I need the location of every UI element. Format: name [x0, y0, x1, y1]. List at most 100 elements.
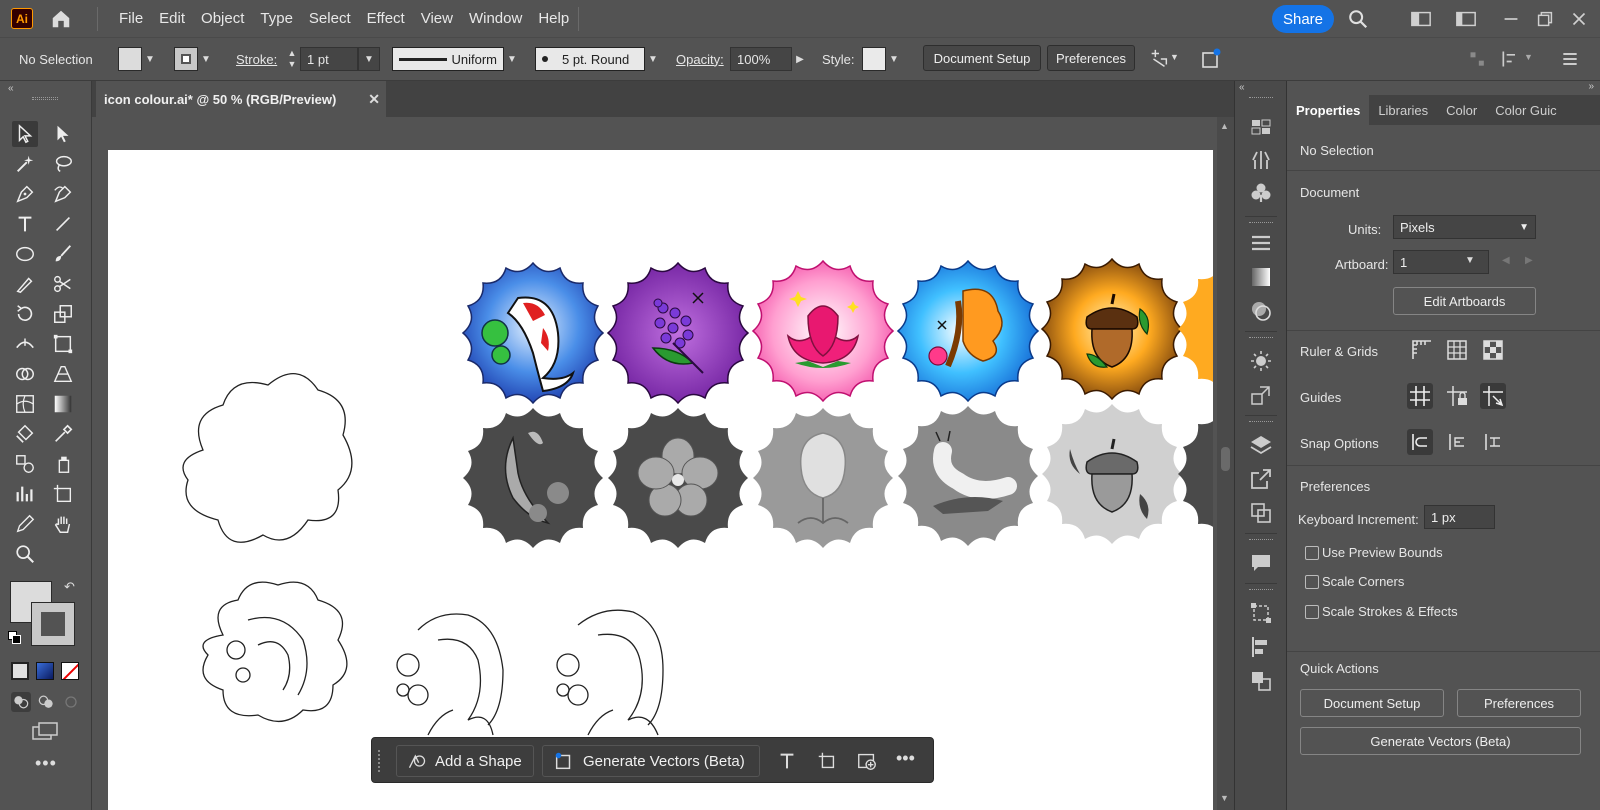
transform-panel-icon[interactable] — [1249, 383, 1273, 407]
opacity-label[interactable]: Opacity: — [676, 47, 724, 71]
pathfinder-panel-icon[interactable] — [1249, 501, 1273, 525]
menu-view[interactable]: View — [413, 10, 461, 27]
width-tool-icon[interactable] — [12, 331, 38, 357]
draw-behind-icon[interactable] — [36, 692, 56, 712]
artboards-panel-icon[interactable] — [1249, 115, 1273, 139]
tulip-grey-badge[interactable] — [753, 408, 893, 548]
mesh-tool-icon[interactable] — [12, 391, 38, 417]
pencil-tool-icon[interactable] — [12, 511, 38, 537]
arrange-documents-icon[interactable] — [1455, 8, 1477, 30]
edit-toolbar-icon[interactable]: ••• — [35, 753, 57, 774]
image-trace-icon[interactable] — [1148, 48, 1170, 70]
rotate-tool-icon[interactable] — [12, 301, 38, 327]
artboard-tool-icon[interactable] — [50, 481, 76, 507]
qa-document-setup-button[interactable]: Document Setup — [1300, 689, 1444, 717]
cloud-outline-sketch[interactable] — [182, 372, 353, 543]
chevron-right-icon[interactable]: ▶ — [792, 47, 808, 71]
lasso-tool-icon[interactable] — [50, 151, 76, 177]
generate-vectors-button[interactable]: Generate Vectors (Beta) — [542, 745, 760, 777]
export-panel-icon[interactable] — [1249, 467, 1273, 491]
direct-selection-tool-icon[interactable] — [50, 121, 76, 147]
free-transform-tool-icon[interactable] — [50, 331, 76, 357]
align-panel-icon[interactable] — [1249, 635, 1273, 659]
strip-grip[interactable] — [1249, 539, 1273, 542]
acorn-badge[interactable] — [1041, 258, 1183, 400]
gradient-mode-icon[interactable] — [36, 662, 54, 680]
koi-badge[interactable] — [462, 262, 604, 404]
menu-select[interactable]: Select — [301, 10, 359, 27]
shaper-tool-icon[interactable] — [12, 271, 38, 297]
more-options-icon[interactable]: ••• — [896, 748, 915, 769]
brushes-panel-icon[interactable] — [1249, 148, 1273, 172]
butterfly-badge[interactable] — [897, 260, 1039, 402]
qa-generate-vectors-button[interactable]: Generate Vectors (Beta) — [1300, 727, 1581, 755]
snap-to-pixel-icon[interactable] — [1444, 429, 1470, 455]
chevron-down-icon[interactable]: ▼ — [1465, 255, 1475, 266]
variable-width-profile[interactable]: Uniform ▼ — [392, 47, 520, 71]
stroke-weight-field[interactable]: 1 pt — [300, 47, 358, 71]
lilac-badge[interactable] — [607, 262, 749, 404]
stroke-swatch[interactable]: ▼ — [174, 47, 214, 71]
graphic-style-swatch[interactable]: ▼ — [862, 47, 902, 71]
symbols-panel-icon[interactable] — [1249, 181, 1273, 205]
scale-tool-icon[interactable] — [50, 301, 76, 327]
menu-effect[interactable]: Effect — [359, 10, 413, 27]
close-tab-icon[interactable]: ✕ — [368, 91, 380, 108]
show-guides-icon[interactable] — [1407, 383, 1433, 409]
tab-libraries[interactable]: Libraries — [1369, 95, 1437, 125]
transparency-grid-icon[interactable] — [1480, 337, 1506, 363]
flower-grey-badge[interactable] — [608, 408, 748, 548]
restore-icon[interactable] — [1534, 8, 1556, 30]
smart-guides-icon[interactable] — [1480, 383, 1506, 409]
chevron-down-icon[interactable]: ▼ — [142, 47, 158, 71]
document-tab[interactable]: icon colour.ai* @ 50 % (RGB/Preview) ✕ — [96, 81, 386, 117]
vertical-scrollbar[interactable]: ▲ ▼ — [1217, 117, 1234, 810]
document-setup-button[interactable]: Document Setup — [923, 45, 1041, 71]
stroke-color-swatch[interactable] — [31, 602, 75, 646]
place-image-icon[interactable] — [856, 750, 878, 772]
chevron-down-icon[interactable]: ▼ — [645, 47, 661, 71]
snap-to-point-icon[interactable] — [1407, 429, 1433, 455]
arrange-panel-icon[interactable] — [1249, 669, 1273, 693]
appearance-panel-icon[interactable] — [1249, 349, 1273, 373]
type-tool-icon[interactable] — [12, 211, 38, 237]
scroll-thumb[interactable] — [1221, 447, 1230, 471]
koi-grey-badge[interactable] — [463, 408, 603, 548]
selection-tool-icon[interactable] — [12, 121, 38, 147]
hand-tool-icon[interactable] — [50, 511, 76, 537]
add-shape-button[interactable]: Add a Shape — [396, 745, 534, 777]
grid-icon[interactable] — [1444, 337, 1470, 363]
koi-cloud-outline-sketch[interactable] — [202, 581, 348, 722]
curvature-tool-icon[interactable] — [50, 181, 76, 207]
tab-color-guide[interactable]: Color Guic — [1486, 95, 1565, 125]
recolor-icon[interactable] — [1199, 47, 1223, 71]
scroll-down-icon[interactable]: ▼ — [1220, 793, 1229, 803]
stroke-label[interactable]: Stroke: — [236, 47, 277, 71]
share-button[interactable]: Share — [1272, 5, 1334, 33]
tab-color[interactable]: Color — [1437, 95, 1486, 125]
panel-grip[interactable] — [32, 97, 58, 100]
units-dropdown[interactable]: Pixels ▼ — [1393, 215, 1536, 239]
artboard-icon[interactable] — [816, 750, 838, 772]
scroll-up-icon[interactable]: ▲ — [1220, 121, 1229, 131]
swap-fill-stroke-icon[interactable]: ↶ — [64, 579, 75, 595]
layers-panel-icon[interactable] — [1249, 433, 1273, 457]
comments-panel-icon[interactable] — [1249, 551, 1273, 575]
menu-object[interactable]: Object — [193, 10, 252, 27]
default-fill-stroke-icon[interactable] — [8, 631, 22, 645]
strip-grip[interactable] — [1249, 589, 1273, 592]
pen-tool-icon[interactable] — [12, 181, 38, 207]
caterpillar-grey-badge[interactable] — [898, 406, 1038, 546]
distribute-icon[interactable] — [1500, 49, 1520, 69]
magic-wand-tool-icon[interactable] — [12, 151, 38, 177]
transparency-panel-icon[interactable] — [1249, 299, 1273, 323]
collapse-strip-icon[interactable]: « — [1239, 82, 1245, 93]
draw-inside-icon[interactable] — [61, 692, 81, 712]
strip-grip[interactable] — [1249, 421, 1273, 424]
home-icon[interactable] — [50, 8, 72, 30]
stepper-arrows-icon[interactable]: ▲ ▼ — [284, 48, 300, 70]
scale-corners-checkbox[interactable] — [1305, 575, 1319, 589]
chevron-down-icon[interactable]: ▼ — [886, 47, 902, 71]
snap-to-glyph-icon[interactable] — [1480, 429, 1506, 455]
shape-builder-tool-icon[interactable] — [12, 361, 38, 387]
